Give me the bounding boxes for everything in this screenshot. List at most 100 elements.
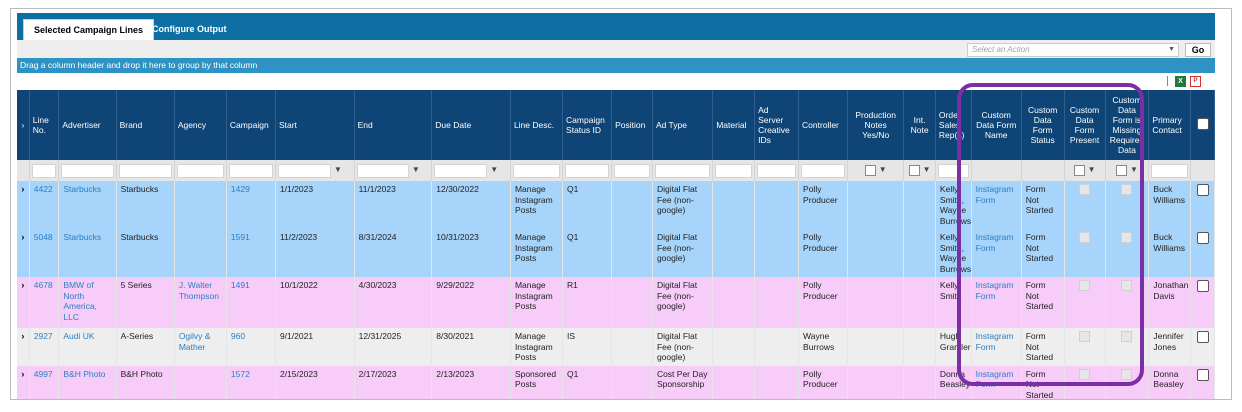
filter-input-sales-reps[interactable] bbox=[937, 163, 969, 178]
col-header-custom-data-form-present[interactable]: Custom Data Form Present bbox=[1064, 90, 1106, 160]
filter-funnel-icon[interactable]: ▼ bbox=[412, 165, 420, 176]
advertiser-link[interactable]: Starbucks bbox=[58, 181, 117, 229]
filter-input-advertiser[interactable] bbox=[61, 163, 114, 178]
campaign-link[interactable]: 960 bbox=[226, 328, 276, 366]
agency-link[interactable] bbox=[174, 181, 227, 229]
select-all-checkbox[interactable] bbox=[1196, 118, 1209, 130]
filter-checkbox-form-missing[interactable] bbox=[1116, 165, 1127, 177]
col-header-end[interactable]: End bbox=[354, 90, 433, 160]
row-select-checkbox[interactable] bbox=[1196, 184, 1209, 196]
col-header-ad-type[interactable]: Ad Type bbox=[652, 90, 714, 160]
filter-input-material[interactable] bbox=[715, 163, 753, 178]
agency-link[interactable]: J. Walter Thompson bbox=[174, 277, 227, 328]
filter-input-controller[interactable] bbox=[801, 163, 846, 178]
table-row[interactable]: › 4422 Starbucks Starbucks 1429 1/1/2023… bbox=[17, 181, 1215, 229]
col-header-start[interactable]: Start bbox=[275, 90, 355, 160]
row-select-checkbox[interactable] bbox=[1196, 280, 1209, 292]
filter-checkbox-int-note[interactable] bbox=[908, 165, 920, 177]
agency-link[interactable]: Ogilvy & Mather bbox=[174, 328, 227, 366]
filter-funnel-icon[interactable]: ▼ bbox=[1130, 165, 1138, 176]
table-row[interactable]: › 5048 Starbucks Starbucks 1591 11/2/202… bbox=[17, 229, 1215, 277]
col-header-campaign-status-id[interactable]: Campaign Status ID bbox=[562, 90, 613, 160]
line-no-link[interactable]: 4678 bbox=[29, 277, 60, 328]
expand-row-icon[interactable]: › bbox=[17, 365, 30, 399]
filter-checkbox-form-present[interactable] bbox=[1073, 165, 1085, 177]
campaign-link[interactable]: 1572 bbox=[226, 365, 276, 399]
filter-input-line-desc[interactable] bbox=[512, 163, 561, 178]
col-header-production-notes[interactable]: Production Notes Yes/No bbox=[847, 90, 905, 160]
col-header-line-desc[interactable]: Line Desc. bbox=[510, 90, 564, 160]
filter-input-agency[interactable] bbox=[176, 163, 224, 178]
col-header-position[interactable]: Position bbox=[611, 90, 653, 160]
col-header-custom-data-form-missing[interactable]: Custom Data Form is Missing Required Dat… bbox=[1105, 90, 1150, 160]
col-header-campaign[interactable]: Campaign bbox=[226, 90, 276, 160]
col-header-line-no[interactable]: Line No. bbox=[29, 90, 60, 160]
filter-funnel-icon[interactable]: ▼ bbox=[923, 165, 931, 176]
line-no-link[interactable]: 2927 bbox=[29, 328, 60, 366]
filter-input-end[interactable] bbox=[356, 163, 409, 178]
advertiser-link[interactable]: Starbucks bbox=[58, 229, 117, 277]
campaign-link[interactable]: 1491 bbox=[226, 277, 276, 328]
col-header-ad-server-creative-ids[interactable]: Ad Server Creative IDs bbox=[754, 90, 800, 160]
agency-link[interactable] bbox=[174, 365, 227, 399]
advertiser-link[interactable]: Audi UK bbox=[58, 328, 117, 366]
filter-funnel-icon[interactable]: ▼ bbox=[490, 165, 498, 176]
tab-configure-output[interactable]: Configure Output bbox=[142, 19, 236, 40]
excel-export-icon[interactable]: X bbox=[1175, 76, 1186, 87]
filter-input-ad-server[interactable] bbox=[757, 163, 797, 178]
campaign-link[interactable]: 1591 bbox=[226, 229, 276, 277]
filter-funnel-icon[interactable]: ▼ bbox=[334, 165, 342, 176]
table-row[interactable]: › 2927 Audi UK A-Series Ogilvy & Mather … bbox=[17, 328, 1215, 366]
table-row[interactable]: › 4678 BMW of North America, LLC 5 Serie… bbox=[17, 277, 1215, 328]
expand-row-icon[interactable]: › bbox=[17, 229, 30, 277]
col-header-due-date[interactable]: Due Date bbox=[431, 90, 511, 160]
group-by-drop-zone[interactable]: Drag a column header and drop it here to… bbox=[17, 58, 1215, 73]
col-header-controller[interactable]: Controller bbox=[798, 90, 849, 160]
filter-input-due-date[interactable] bbox=[434, 163, 488, 178]
col-header-brand[interactable]: Brand bbox=[116, 90, 175, 160]
filter-input-start[interactable] bbox=[277, 163, 331, 178]
action-select[interactable]: Select an Action ▼ bbox=[967, 43, 1179, 57]
form-name-link[interactable]: Instagram Form bbox=[971, 328, 1022, 366]
line-no-link[interactable]: 4422 bbox=[29, 181, 60, 229]
filter-funnel-icon[interactable]: ▼ bbox=[1088, 165, 1096, 176]
row-select-checkbox[interactable] bbox=[1196, 368, 1209, 381]
filter-input-campaign-status-id[interactable] bbox=[565, 163, 610, 178]
filter-input-line-no[interactable] bbox=[31, 163, 57, 178]
row-select-checkbox[interactable] bbox=[1196, 232, 1209, 244]
col-header-primary-contact[interactable]: Primary Contact bbox=[1148, 90, 1192, 160]
col-header-custom-data-form-name[interactable]: Custom Data Form Name bbox=[971, 90, 1022, 160]
line-no-link[interactable]: 4997 bbox=[29, 365, 60, 399]
col-header-order-sales-reps[interactable]: Order Sales Rep(s) bbox=[935, 90, 972, 160]
col-header-custom-data-form-status[interactable]: Custom Data Form Status bbox=[1021, 90, 1065, 160]
line-no-link[interactable]: 5048 bbox=[29, 229, 60, 277]
table-row[interactable]: › 4997 B&H Photo B&H Photo 1572 2/15/202… bbox=[17, 365, 1215, 399]
col-header-advertiser[interactable]: Advertiser bbox=[58, 90, 117, 160]
go-button[interactable]: Go bbox=[1185, 43, 1211, 57]
chevron-down-icon[interactable]: ▼ bbox=[1168, 44, 1175, 56]
filter-input-position[interactable] bbox=[614, 163, 650, 178]
advertiser-link[interactable]: B&H Photo bbox=[58, 365, 117, 399]
col-header-material[interactable]: Material bbox=[712, 90, 756, 160]
form-name-link[interactable]: Instagram Form bbox=[971, 181, 1022, 229]
filter-input-brand[interactable] bbox=[118, 163, 172, 178]
pdf-export-icon[interactable]: P bbox=[1190, 76, 1201, 87]
expand-row-icon[interactable]: › bbox=[17, 328, 30, 366]
form-name-link[interactable]: Instagram Form bbox=[971, 277, 1022, 328]
advertiser-link[interactable]: BMW of North America, LLC bbox=[58, 277, 117, 328]
filter-checkbox-production-notes[interactable] bbox=[864, 165, 876, 177]
col-header-int-note[interactable]: Int. Note bbox=[903, 90, 936, 160]
filter-input-ad-type[interactable] bbox=[654, 163, 711, 178]
filter-input-campaign[interactable] bbox=[228, 163, 273, 178]
filter-input-primary-contact[interactable] bbox=[1151, 163, 1189, 178]
form-name-link[interactable]: Instagram Form bbox=[971, 365, 1022, 399]
form-name-link[interactable]: Instagram Form bbox=[971, 229, 1022, 277]
row-select-checkbox[interactable] bbox=[1196, 331, 1209, 343]
col-header-agency[interactable]: Agency bbox=[174, 90, 227, 160]
tab-selected-campaign-lines[interactable]: Selected Campaign Lines bbox=[23, 19, 155, 40]
expand-row-icon[interactable]: › bbox=[17, 277, 30, 328]
expand-row-icon[interactable]: › bbox=[17, 181, 30, 229]
campaign-link[interactable]: 1429 bbox=[226, 181, 276, 229]
agency-link[interactable] bbox=[174, 229, 227, 277]
filter-funnel-icon[interactable]: ▼ bbox=[879, 165, 887, 176]
